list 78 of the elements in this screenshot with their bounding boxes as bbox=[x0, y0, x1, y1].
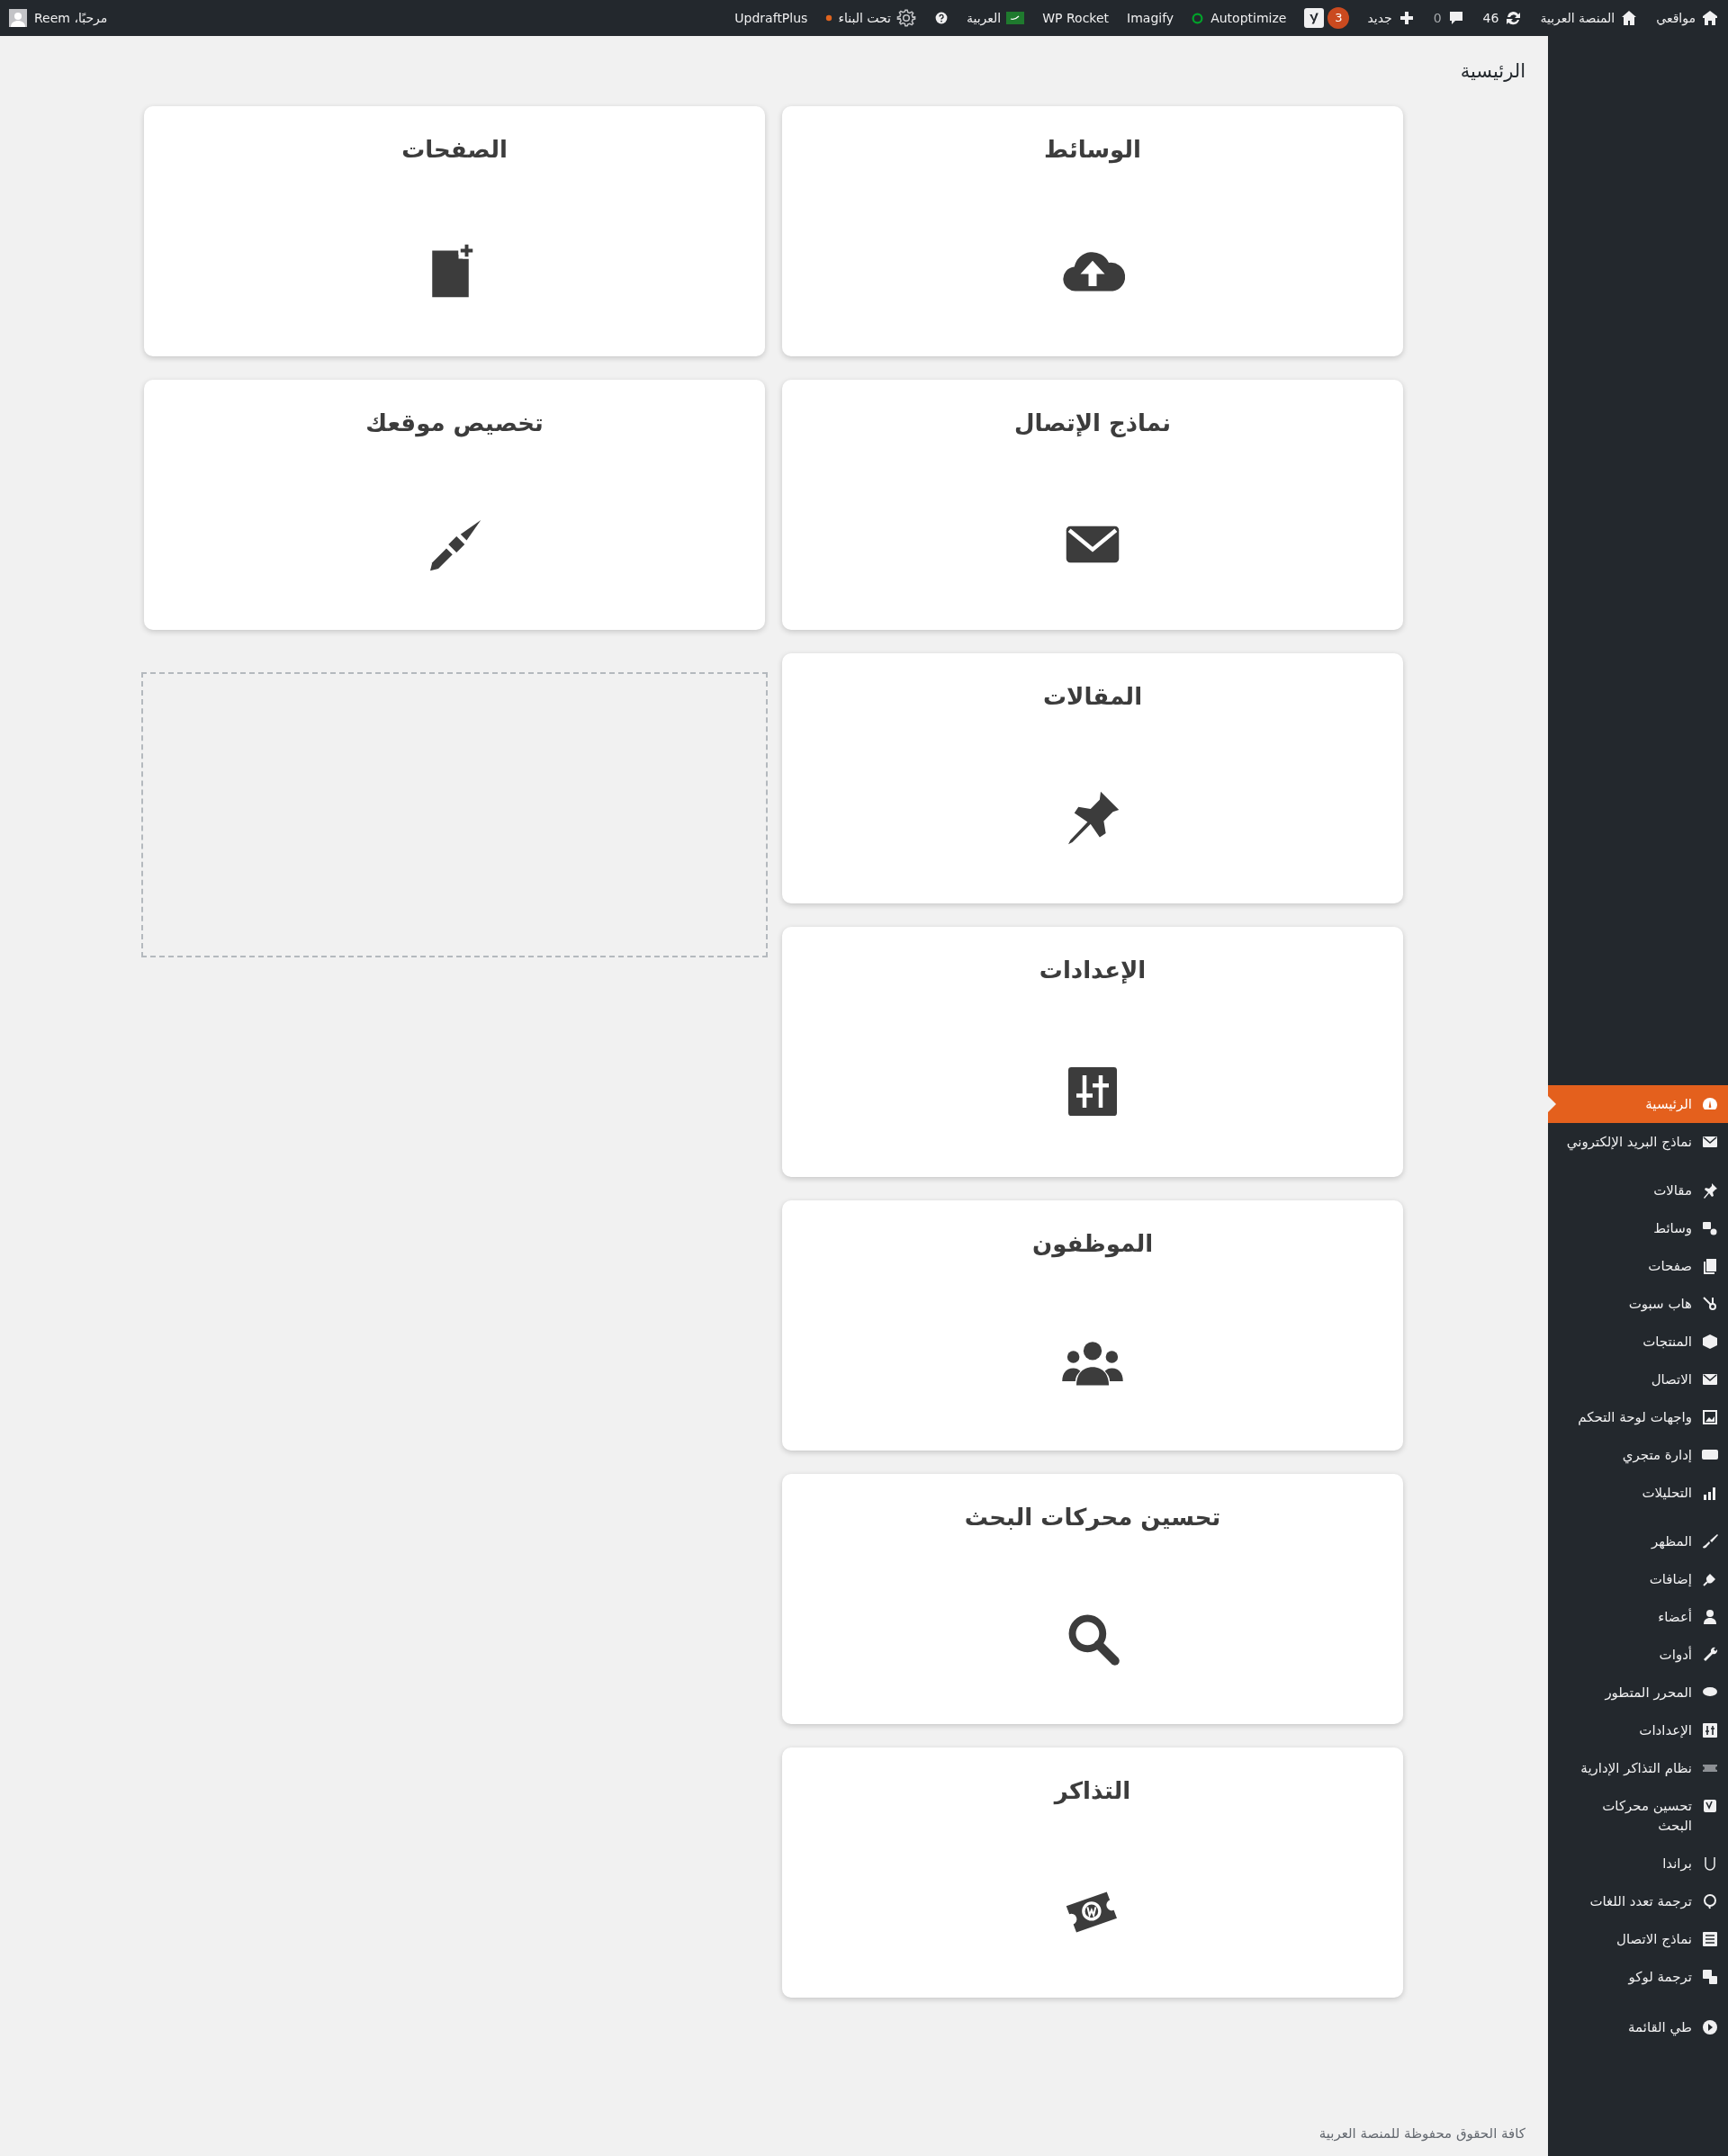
play-circle-icon bbox=[1701, 2018, 1719, 2036]
gear-icon bbox=[896, 8, 916, 28]
sidebar-menu-item[interactable]: الإعدادات bbox=[1548, 1711, 1728, 1749]
toolbar-link[interactable]: المنصة العربية bbox=[1540, 8, 1639, 28]
card-title: المقالات bbox=[1042, 683, 1143, 710]
sidebar-menu-item[interactable]: وسائط bbox=[1548, 1209, 1728, 1247]
card-title: تخصيص موقعك bbox=[365, 409, 544, 436]
toolbar-link[interactable]: مواقعي bbox=[1656, 8, 1719, 28]
language-switcher[interactable]: العربية bbox=[966, 8, 1025, 28]
avatar-icon bbox=[9, 9, 27, 27]
sidebar-menu-item[interactable]: مقالات bbox=[1548, 1172, 1728, 1209]
card-title: الإعدادات bbox=[1039, 957, 1147, 984]
user-icon bbox=[1701, 1608, 1719, 1626]
notification-count: 3 bbox=[1328, 7, 1350, 29]
dashboard-card[interactable]: الإعدادات bbox=[782, 927, 1403, 1177]
sidebar-menu-item[interactable]: أدوات bbox=[1548, 1636, 1728, 1674]
sidebar-menu-item[interactable]: تحسين محركات البحث bbox=[1548, 1787, 1728, 1845]
toolbar-link[interactable]: تحت البناء bbox=[825, 8, 916, 28]
sites-icon bbox=[1701, 9, 1719, 27]
sidebar-menu-item[interactable]: أعضاء bbox=[1548, 1598, 1728, 1636]
sidebar-menu-item[interactable]: الرئيسية bbox=[1548, 1085, 1728, 1123]
card-title: الوسائط bbox=[1044, 136, 1141, 163]
sidebar-menu-item[interactable]: الاتصال bbox=[1548, 1361, 1728, 1398]
sidebar-menu-item[interactable]: إضافات bbox=[1548, 1560, 1728, 1598]
flag-icon bbox=[1006, 12, 1025, 24]
help-icon[interactable] bbox=[933, 11, 949, 25]
sidebar-menu-item[interactable]: ترجمة تعدد اللغات bbox=[1548, 1882, 1728, 1920]
status-ring-icon bbox=[1192, 12, 1204, 24]
toolbar-link[interactable]: 46 bbox=[1482, 8, 1523, 28]
list-icon bbox=[1701, 1930, 1719, 1948]
dashboard-card[interactable]: تحسين محركات البحث bbox=[782, 1474, 1403, 1724]
sidebar-menu-item[interactable]: براندا bbox=[1548, 1845, 1728, 1882]
status-dot-icon bbox=[825, 14, 833, 22]
current-page-arrow bbox=[1548, 1096, 1556, 1112]
brush-icon bbox=[1701, 1532, 1719, 1550]
pages-icon bbox=[1701, 1257, 1719, 1275]
sidebar-menu-item[interactable]: ترجمة لوكو bbox=[1548, 1958, 1728, 1996]
toolbar-link[interactable]: جديد bbox=[1367, 8, 1416, 28]
dashboard-card[interactable]: الوسائط bbox=[782, 106, 1403, 356]
dashboard-card[interactable]: المقالات bbox=[782, 653, 1403, 903]
dashboard-card[interactable]: تخصيص موقعك bbox=[144, 380, 765, 630]
card-title: تحسين محركات البحث bbox=[964, 1504, 1221, 1531]
account-link[interactable]: مرحبًا، Reem bbox=[9, 8, 108, 28]
pushpin-icon bbox=[1701, 1181, 1719, 1199]
card-title: نماذج الإتصال bbox=[1013, 409, 1172, 436]
toolbar-link[interactable]: 0 bbox=[1433, 8, 1465, 28]
picture-icon bbox=[1701, 1408, 1719, 1426]
sidebar-menu-item[interactable]: المظهر bbox=[1548, 1523, 1728, 1560]
toolbar-link[interactable]: WP Rocket bbox=[1042, 8, 1110, 28]
toolbar-link[interactable]: UpdraftPlus bbox=[734, 8, 808, 28]
sidebar-menu-item[interactable]: نماذج الاتصال bbox=[1548, 1920, 1728, 1958]
sidebar-menu-item[interactable]: صفحات bbox=[1548, 1247, 1728, 1285]
toolbar-link[interactable]: Autoptimize bbox=[1192, 8, 1287, 28]
card-title: الصفحات bbox=[401, 136, 508, 163]
sliders-icon bbox=[1701, 1721, 1719, 1739]
cube-icon bbox=[1701, 1333, 1719, 1351]
sidebar-menu-item[interactable]: واجهات لوحة التحكم bbox=[1548, 1398, 1728, 1436]
dashboard-card[interactable]: التذاكر bbox=[782, 1747, 1403, 1998]
sidebar-menu-item[interactable]: التحليلات bbox=[1548, 1474, 1728, 1512]
collapse-menu-button[interactable]: طي القائمة bbox=[1548, 2008, 1728, 2046]
footer-text: كافة الحقوق محفوظة للمنصة العربية bbox=[1318, 2124, 1526, 2143]
sidebar-menu-item[interactable]: نماذج البريد الإلكتروني bbox=[1548, 1123, 1728, 1161]
dashboard-card[interactable]: نماذج الإتصال bbox=[782, 380, 1403, 630]
media-icon bbox=[1701, 1219, 1719, 1237]
refresh-icon bbox=[1504, 9, 1523, 27]
sidebar-menu-item[interactable]: هاب سبوت bbox=[1548, 1285, 1728, 1323]
ring-icon bbox=[1701, 1892, 1719, 1910]
sidebar-menu-item[interactable]: نظام التذاكر الإدارية bbox=[1548, 1749, 1728, 1787]
card-title: التذاكر bbox=[1054, 1777, 1131, 1804]
sidebar-menu-item[interactable]: المحرر المتطور bbox=[1548, 1674, 1728, 1711]
page-title: الرئيسية bbox=[1459, 59, 1526, 84]
seo-plugin-button[interactable] bbox=[1304, 8, 1325, 28]
toolbar-link[interactable]: Imagify bbox=[1127, 8, 1174, 28]
dashboard-card[interactable]: الصفحات bbox=[144, 106, 765, 356]
sidebar-menu-item[interactable]: إدارة متجري bbox=[1548, 1436, 1728, 1474]
card-title: الموظفون bbox=[1031, 1230, 1154, 1257]
sidebar-menu-item[interactable]: المنتجات bbox=[1548, 1323, 1728, 1361]
dashboard-card[interactable]: الموظفون bbox=[782, 1200, 1403, 1451]
